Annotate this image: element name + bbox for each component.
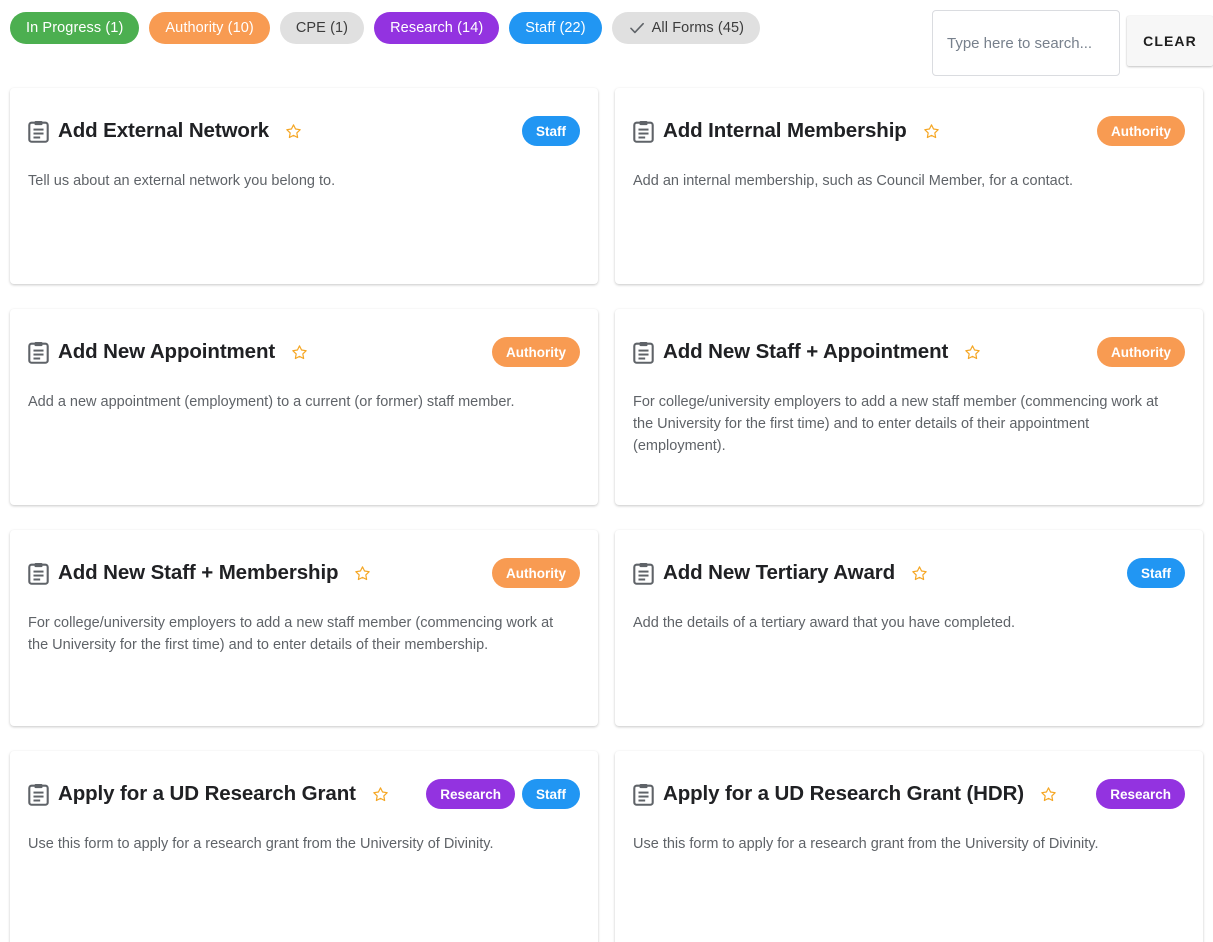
- favorite-star-icon[interactable]: [923, 123, 940, 140]
- form-card-description: Use this form to apply for a research gr…: [28, 836, 494, 852]
- filter-chip[interactable]: Research (14): [374, 12, 500, 44]
- form-card-title: Add New Appointment: [58, 340, 276, 363]
- form-card-title: Add New Staff + Appointment: [663, 340, 949, 363]
- filter-chip[interactable]: All Forms (45): [611, 12, 761, 44]
- form-card-badges: Authority: [1083, 337, 1185, 367]
- form-card-badges: Authority: [1083, 116, 1185, 146]
- clipboard-icon: [28, 120, 49, 143]
- clipboard-icon: [28, 562, 49, 585]
- clipboard-icon: [633, 120, 654, 143]
- filter-chip-label: Staff (22): [525, 19, 586, 36]
- toolbar: In Progress (1) Authority (10) CPE (1) Rese…: [0, 0, 1213, 88]
- category-badge[interactable]: Staff: [522, 116, 580, 146]
- check-icon: [628, 19, 646, 37]
- form-card-header: Add Internal Membership Authority: [633, 114, 1185, 148]
- clipboard-icon: [633, 783, 654, 806]
- clipboard-icon: [28, 783, 49, 806]
- favorite-star-icon[interactable]: [911, 565, 928, 582]
- form-card[interactable]: Add New Staff + Appointment Authority For …: [615, 309, 1203, 505]
- category-badge[interactable]: Authority: [1097, 116, 1185, 146]
- form-card-title: Add External Network: [58, 119, 270, 142]
- favorite-star-icon[interactable]: [1040, 786, 1057, 803]
- form-card-header: Add New Appointment Authority: [28, 335, 580, 369]
- form-card-title: Apply for a UD Research Grant (HDR): [663, 782, 1025, 805]
- form-card-title: Add New Staff + Membership: [58, 561, 339, 584]
- filter-chip-label: Authority (10): [165, 19, 254, 36]
- category-badge[interactable]: Authority: [492, 558, 580, 588]
- form-card-header: Add External Network Staff: [28, 114, 580, 148]
- form-card-header: Apply for a UD Research Grant Research Sta…: [28, 777, 580, 811]
- favorite-star-icon[interactable]: [372, 786, 389, 803]
- filter-chip-label: CPE (1): [295, 19, 349, 36]
- filter-chip[interactable]: In Progress (1): [10, 12, 140, 44]
- form-card[interactable]: Add External Network Staff Tell us about a…: [10, 88, 598, 284]
- form-card[interactable]: Add Internal Membership Authority Add an i…: [615, 88, 1203, 284]
- category-badge[interactable]: Research: [1096, 779, 1185, 809]
- favorite-star-icon[interactable]: [291, 344, 308, 361]
- form-card-description: Use this form to apply for a research gr…: [633, 836, 1099, 852]
- form-card-header: Add New Staff + Membership Authority: [28, 556, 580, 590]
- category-badge[interactable]: Staff: [522, 779, 580, 809]
- category-badge[interactable]: Research: [426, 779, 515, 809]
- category-badge[interactable]: Authority: [1097, 337, 1185, 367]
- form-card-title: Add New Tertiary Award: [663, 561, 896, 584]
- form-card-badges: Authority: [478, 337, 580, 367]
- form-card-title: Apply for a UD Research Grant: [58, 782, 356, 805]
- form-card-badges: Authority: [478, 558, 580, 588]
- search-input[interactable]: [932, 10, 1120, 76]
- category-badge[interactable]: Authority: [492, 337, 580, 367]
- clipboard-icon: [633, 341, 654, 364]
- form-card[interactable]: Apply for a UD Research Grant Research Sta…: [10, 751, 598, 942]
- form-card[interactable]: Add New Appointment Authority Add a new ap…: [10, 309, 598, 505]
- form-card[interactable]: Add New Tertiary Award Staff Add the detai…: [615, 530, 1203, 726]
- form-card-title: Add Internal Membership: [663, 119, 907, 142]
- filter-chip-label: In Progress (1): [26, 19, 124, 36]
- form-card-badges: Research Staff: [412, 779, 580, 809]
- form-card[interactable]: Apply for a UD Research Grant (HDR) Resea…: [615, 751, 1203, 942]
- form-card-description: Add a new appointment (employment) to a …: [28, 394, 515, 410]
- form-card-description: Add the details of a tertiary award that…: [633, 615, 1016, 631]
- form-card-description: Add an internal membership, such as Coun…: [633, 173, 1074, 189]
- filter-chip-group: In Progress (1) Authority (10) CPE (1) Rese…: [10, 12, 910, 44]
- form-card-description: For college/university employers to add …: [28, 615, 554, 654]
- filter-chip-label: Research (14): [390, 19, 484, 36]
- filter-chip[interactable]: Staff (22): [509, 12, 602, 44]
- clipboard-icon: [28, 341, 49, 364]
- form-card-badges: Staff: [508, 116, 580, 146]
- form-card-grid: Add External Network Staff Tell us about a…: [0, 88, 1213, 942]
- form-card-header: Add New Tertiary Award Staff: [633, 556, 1185, 590]
- favorite-star-icon[interactable]: [285, 123, 302, 140]
- clipboard-icon: [633, 562, 654, 585]
- form-card-badges: Research: [1082, 779, 1185, 809]
- clear-button[interactable]: CLEAR: [1127, 16, 1213, 66]
- form-card-header: Add New Staff + Appointment Authority: [633, 335, 1185, 369]
- form-card-header: Apply for a UD Research Grant (HDR) Resea…: [633, 777, 1185, 811]
- favorite-star-icon[interactable]: [354, 565, 371, 582]
- form-card-description: Tell us about an external network you be…: [28, 173, 336, 189]
- form-card-badges: Staff: [1113, 558, 1185, 588]
- form-card[interactable]: Add New Staff + Membership Authority For c…: [10, 530, 598, 726]
- search-area: CLEAR: [932, 10, 1213, 76]
- filter-chip[interactable]: Authority (10): [149, 12, 270, 44]
- category-badge[interactable]: Staff: [1127, 558, 1185, 588]
- filter-chip-label: All Forms (45): [651, 19, 745, 36]
- form-card-description: For college/university employers to add …: [633, 394, 1159, 455]
- filter-chip[interactable]: CPE (1): [279, 12, 365, 44]
- favorite-star-icon[interactable]: [964, 344, 981, 361]
